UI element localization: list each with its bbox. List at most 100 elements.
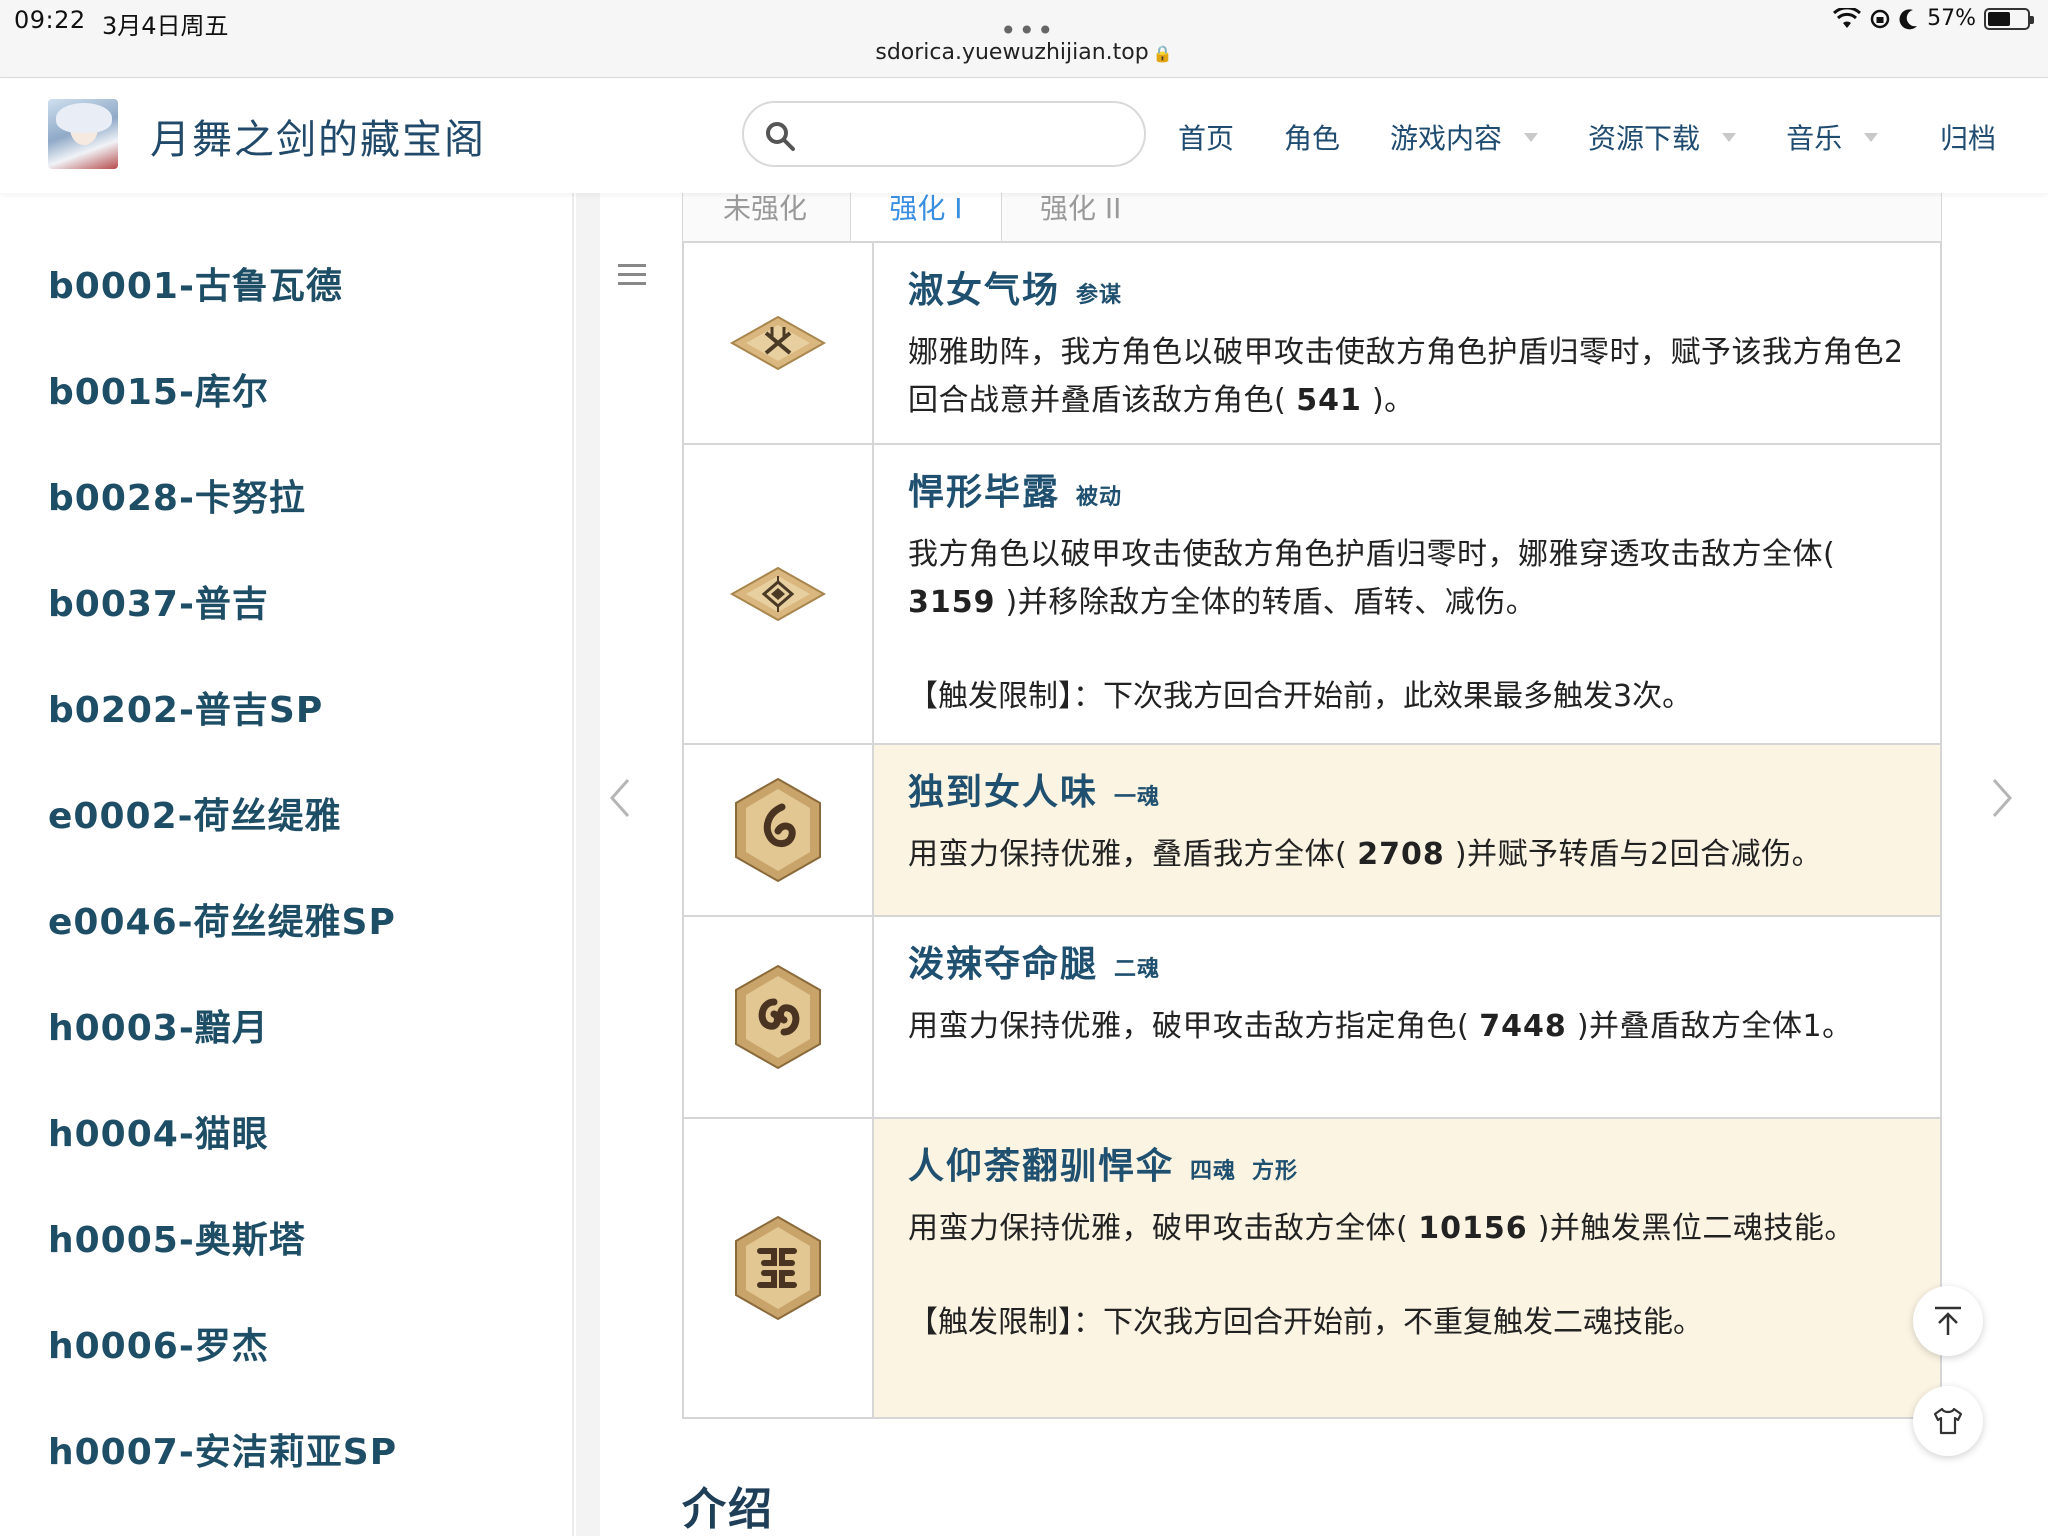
desc-text: )并叠盾敌方全体1。 (1576, 1009, 1853, 1044)
nav-characters[interactable]: 角色 (1284, 117, 1340, 157)
skill-row: 淑女气场 参谋 娜雅助阵，我方角色以破甲攻击使敌方角色护盾归零时，赋予该我方角色2… (684, 243, 1940, 445)
skill-desc: 用蛮力保持优雅，破甲攻击敌方指定角色( 7448 )并叠盾敌方全体1。 (908, 1003, 1916, 1051)
skill-row: 悍形毕露 被动 我方角色以破甲攻击使敌方角色护盾归零时，娜雅穿透攻击敌方全体( 3… (684, 445, 1940, 745)
lock-icon: 🔒 (1152, 44, 1173, 63)
sidebar-item[interactable]: h0007-安洁莉亚SP (48, 1423, 397, 1475)
nav-label: 游戏内容 (1390, 122, 1503, 155)
tab-enhance-1[interactable]: 强化 I (850, 193, 1002, 243)
desc-text: 我方角色以破甲攻击使敌方角色护盾归零时，娜雅穿透攻击敌方全体( (908, 537, 1836, 572)
site-header: 月舞之剑的藏宝阁 首页 角色 游戏内容 资源下载 音乐 归档 (0, 79, 2048, 193)
skill-row: 泼辣夺命腿 二魂 用蛮力保持优雅，破甲攻击敌方指定角色( 7448 )并叠盾敌方全… (684, 917, 1940, 1119)
tab-unenhanced[interactable]: 未强化 (723, 193, 807, 243)
skill-value: 2708 (1357, 837, 1445, 872)
sidebar-item[interactable]: h0006-罗杰 (48, 1317, 269, 1369)
one-soul-hex-icon (735, 777, 821, 883)
theme-button[interactable] (1913, 1386, 1983, 1456)
skill-icon-cell (684, 445, 874, 743)
skill-desc: 我方角色以破甲攻击使敌方角色护盾归零时，娜雅穿透攻击敌方全体( 3159 )并移… (908, 531, 1916, 627)
wifi-icon (1833, 7, 1862, 28)
chevron-down-icon (1524, 132, 1539, 142)
emblem-diamond-icon (729, 566, 827, 622)
sidebar-item[interactable]: h0003-黯月 (48, 999, 269, 1051)
skill-name-row: 人仰荼翻驯悍伞 四魂 方形 (908, 1137, 1916, 1189)
chevron-down-icon (1864, 132, 1879, 142)
sidebar-item[interactable]: e0002-荷丝缇雅 (48, 787, 342, 839)
crossed-swords-diamond-icon (729, 315, 827, 371)
content-gutter (576, 193, 600, 1536)
address-url: sdorica.yuewuzhijian.top (875, 40, 1149, 65)
desc-text: 用蛮力保持优雅，破甲攻击敌方全体( (908, 1211, 1409, 1246)
hamburger-menu-icon[interactable] (616, 261, 648, 289)
nav-home[interactable]: 首页 (1178, 117, 1234, 157)
site-title[interactable]: 月舞之剑的藏宝阁 (150, 107, 486, 165)
main-nav: 首页 角色 游戏内容 资源下载 音乐 归档 (1178, 117, 1996, 157)
nav-music[interactable]: 音乐 (1786, 117, 1879, 157)
sidebar-item[interactable]: h0004-猫眼 (48, 1105, 269, 1157)
nav-label: 首页 (1178, 122, 1235, 155)
nav-downloads[interactable]: 资源下载 (1588, 117, 1737, 157)
character-sidebar: b0001-古鲁瓦德 b0015-库尔 b0028-卡努拉 b0037-普吉 b… (0, 193, 574, 1536)
skill-tag: 被动 (1076, 485, 1123, 510)
skill-icon-cell (684, 1119, 874, 1417)
site-logo[interactable] (48, 99, 118, 169)
search-box[interactable] (742, 101, 1146, 167)
sidebar-item[interactable]: b0028-卡努拉 (48, 469, 306, 521)
skill-name: 泼辣夺命腿 (908, 944, 1099, 985)
desc-text: 用蛮力保持优雅，破甲攻击敌方指定角色( (908, 1009, 1470, 1044)
chevron-right-icon[interactable] (1990, 777, 2014, 819)
status-time: 09:22 (14, 6, 86, 34)
nav-label: 归档 (1940, 122, 1997, 155)
tab-label: 强化 I (889, 193, 963, 225)
arrow-up-icon (1935, 1306, 1961, 1335)
skill-desc: 用蛮力保持优雅，破甲攻击敌方全体( 10156 )并触发黑位二魂技能。 (908, 1205, 1916, 1253)
desc-text: )并赋予转盾与2回合减伤。 (1454, 837, 1823, 872)
trigger-limit: 【触发限制】：下次我方回合开始前，此效果最多触发3次。 (908, 679, 1693, 714)
skill-tag: 四魂 (1190, 1159, 1237, 1184)
skill-text: 独到女人味 一魂 用蛮力保持优雅，叠盾我方全体( 2708 )并赋予转盾与2回合减… (874, 745, 1940, 915)
search-input[interactable] (810, 113, 1130, 155)
trigger-limit: 【触发限制】：下次我方回合开始前，不重复触发二魂技能。 (908, 1305, 1703, 1340)
tab-enhance-2[interactable]: 强化 II (1040, 193, 1121, 243)
search-icon[interactable] (764, 120, 796, 152)
skill-name-row: 悍形毕露 被动 (908, 463, 1916, 515)
skill-value: 7448 (1479, 1009, 1567, 1044)
battery-icon (1984, 7, 2034, 30)
four-soul-hex-icon (735, 1215, 821, 1321)
nav-label: 资源下载 (1588, 122, 1701, 155)
skill-row: 独到女人味 一魂 用蛮力保持优雅，叠盾我方全体( 2708 )并赋予转盾与2回合减… (684, 745, 1940, 917)
chevron-down-icon (1722, 132, 1737, 142)
battery-level (1988, 11, 2010, 26)
tab-label: 强化 II (1040, 193, 1122, 225)
sidebar-item[interactable]: b0202-普吉SP (48, 681, 323, 733)
sidebar-item[interactable]: b0001-古鲁瓦德 (48, 257, 343, 309)
moon-icon (1899, 8, 1918, 29)
ios-status-bar: 09:22 3月4日周五 ••• sdorica.yuewuzhijian.to… (0, 0, 2048, 78)
skill-table: 淑女气场 参谋 娜雅助阵，我方角色以破甲攻击使敌方角色护盾归零时，赋予该我方角色2… (682, 241, 1942, 1419)
desc-text: )并触发黑位二魂技能。 (1537, 1211, 1855, 1246)
skill-tag: 二魂 (1114, 957, 1161, 982)
main-content: 未强化 强化 I 强化 II 淑女气场 参谋 娜雅助阵，我方角色以破甲攻击使敌方角… (600, 193, 2048, 1536)
nav-archive[interactable]: 归档 (1940, 117, 1996, 157)
sidebar-item[interactable]: e0046-荷丝缇雅SP (48, 893, 396, 945)
skill-name: 独到女人味 (908, 772, 1099, 813)
chevron-left-icon[interactable] (608, 777, 632, 819)
sidebar-item[interactable]: h0005-奥斯塔 (48, 1211, 306, 1263)
skill-tag-shape: 方形 (1252, 1159, 1299, 1184)
back-to-top-button[interactable] (1913, 1286, 1983, 1356)
skill-icon-cell (684, 243, 874, 443)
skill-tag: 参谋 (1076, 283, 1123, 308)
desc-text: )。 (1371, 383, 1415, 418)
address-bar[interactable]: sdorica.yuewuzhijian.top 🔒 (0, 40, 2048, 65)
sidebar-item[interactable]: b0037-普吉 (48, 575, 269, 627)
skill-icon-cell (684, 745, 874, 915)
nav-game-content[interactable]: 游戏内容 (1390, 117, 1539, 157)
tab-label: 未强化 (723, 193, 808, 225)
skill-tag: 一魂 (1114, 785, 1161, 810)
battery-percent: 57% (1927, 6, 1976, 31)
sidebar-item[interactable]: b0015-库尔 (48, 363, 269, 415)
skill-name-row: 泼辣夺命腿 二魂 (908, 935, 1916, 987)
status-indicators: 57% (1833, 6, 2034, 31)
desc-text: 用蛮力保持优雅，叠盾我方全体( (908, 837, 1348, 872)
skill-text: 悍形毕露 被动 我方角色以破甲攻击使敌方角色护盾归零时，娜雅穿透攻击敌方全体( 3… (874, 445, 1940, 743)
skill-name: 人仰荼翻驯悍伞 (908, 1146, 1175, 1187)
